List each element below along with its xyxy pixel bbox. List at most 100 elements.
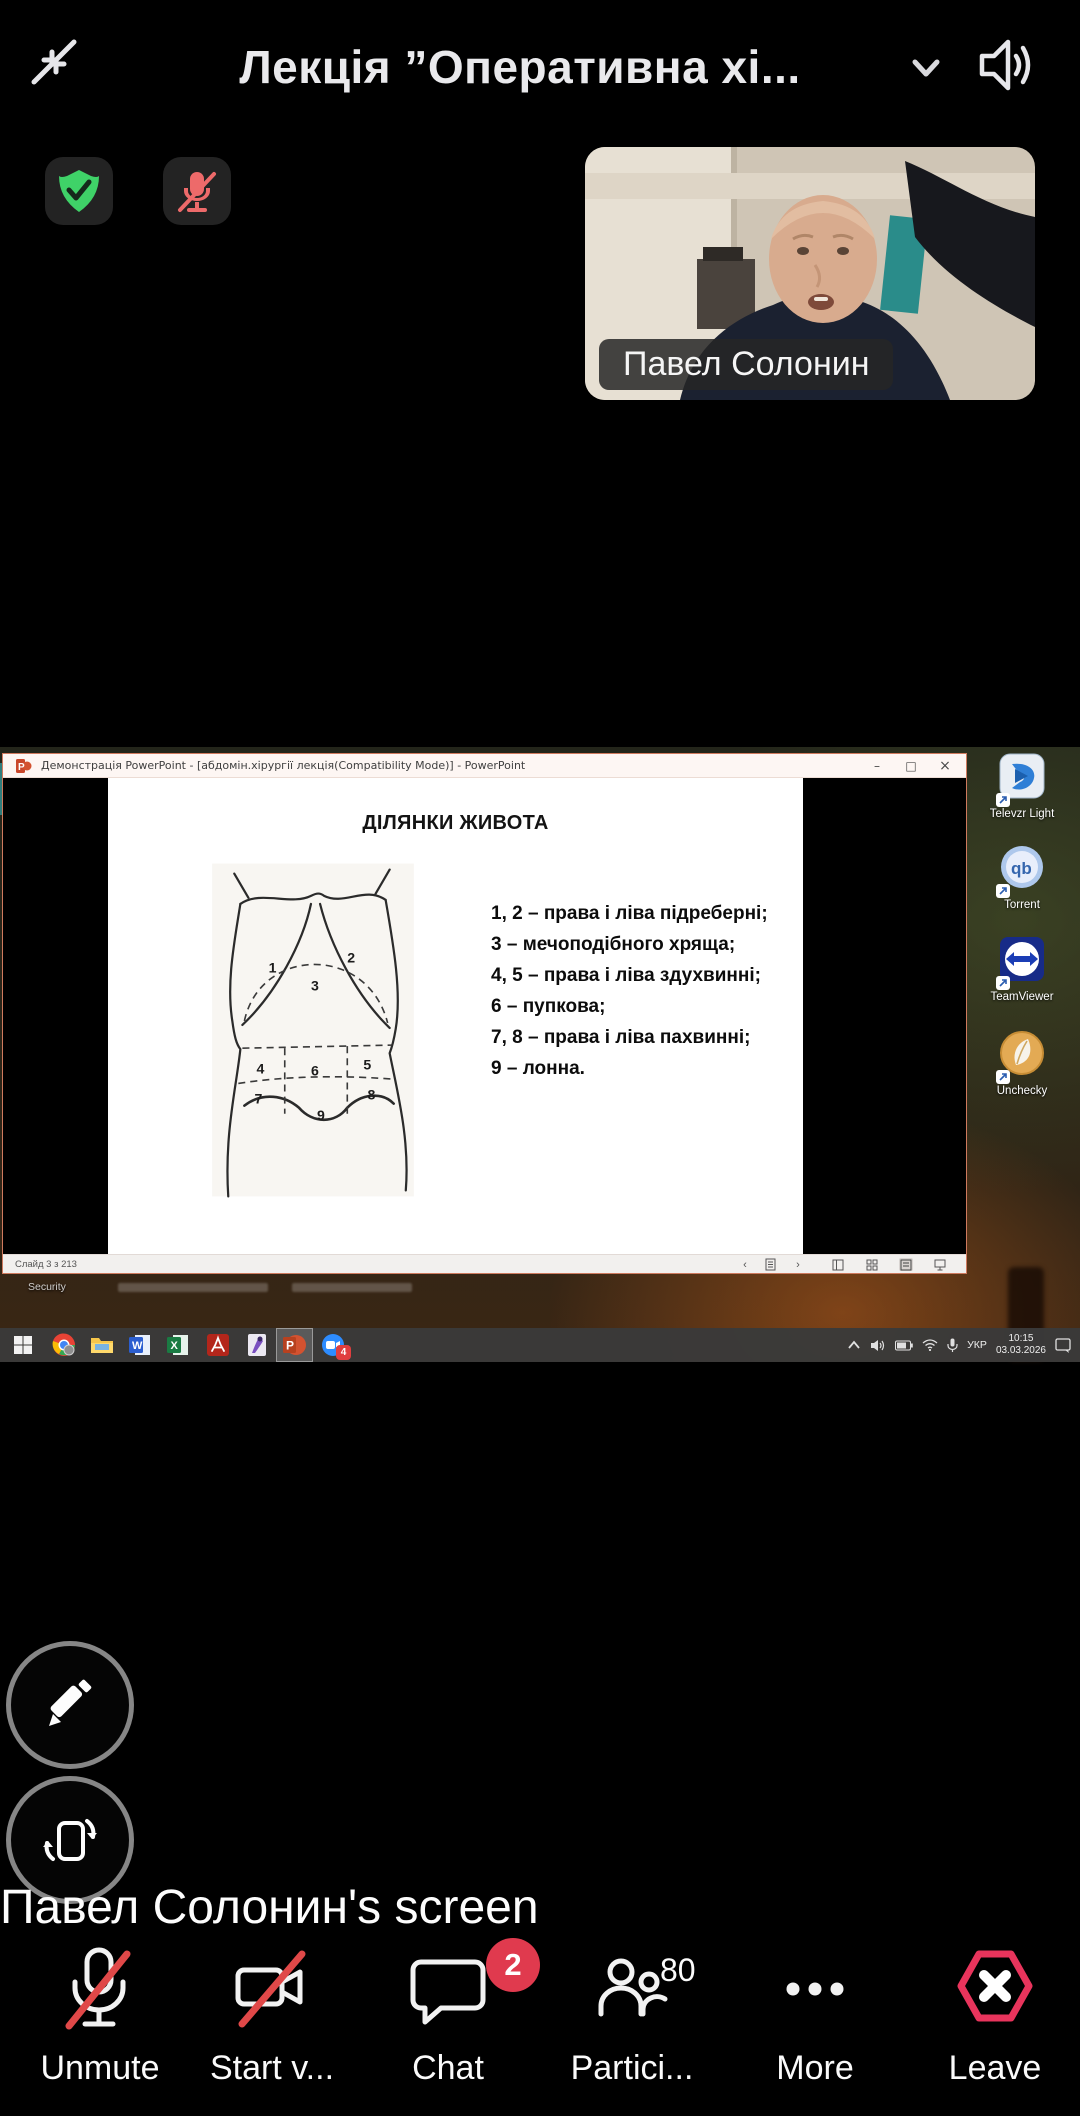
mic-slashed-icon [57, 1944, 143, 2034]
window-maximize-button[interactable]: □ [894, 754, 928, 777]
slideshow-view-button[interactable] [933, 1258, 947, 1271]
chevron-down-icon [905, 52, 947, 84]
taskbar-powerpoint-button[interactable]: P [276, 1328, 313, 1362]
tray-microphone-icon[interactable] [947, 1338, 958, 1353]
security-badge-button[interactable] [45, 157, 113, 225]
notes-button[interactable] [763, 1258, 777, 1271]
taskbar-word-button[interactable]: W [121, 1328, 158, 1362]
region-number: 3 [311, 978, 319, 994]
svg-text:W: W [132, 1340, 143, 1352]
chat-button[interactable]: 2 Chat [378, 1944, 518, 2088]
slide-counter: Слайд 3 з 213 [15, 1259, 77, 1270]
participants-button[interactable]: 80 Partici... [552, 1944, 712, 2088]
region-number: 9 [317, 1107, 325, 1123]
shrink-arrows-icon [22, 30, 86, 94]
slide-title: ДІЛЯНКИ ЖИВОТА [108, 812, 803, 835]
chat-bubble-icon [405, 1944, 491, 2034]
region-number: 1 [269, 959, 277, 975]
annotate-button[interactable] [6, 1641, 134, 1769]
leave-button[interactable]: Leave [920, 1944, 1070, 2088]
slide-legend: 1, 2 – права і ліва підреберні; 3 – мечо… [491, 898, 801, 1084]
blurred-desktop-label [292, 1283, 412, 1292]
window-close-button[interactable]: × [928, 754, 962, 777]
leave-hexagon-icon [949, 1944, 1041, 2034]
taskbar-explorer-button[interactable] [83, 1328, 120, 1362]
desktop-icon-label: Unchecky [967, 1085, 1077, 1097]
legend-line: 6 – пупкова; [491, 991, 801, 1022]
region-number: 8 [367, 1087, 375, 1103]
zoom-meeting-screen: Лекція ”Оперативна хі... [0, 0, 1080, 2116]
tray-battery-icon[interactable] [895, 1340, 913, 1351]
desktop-icon-label: Televzr Light [967, 808, 1077, 820]
taskbar-zoom-button[interactable]: 4 [314, 1328, 351, 1362]
shortcut-arrow-icon [996, 884, 1010, 898]
normal-view-button[interactable] [831, 1258, 845, 1271]
shortcut-arrow-icon [996, 1070, 1010, 1084]
slide-sorter-view-button[interactable] [865, 1258, 879, 1271]
powerpoint-status-bar: Слайд 3 з 213 ‹ › [3, 1254, 966, 1273]
blurred-desktop-label [118, 1283, 268, 1292]
previous-slide-button[interactable]: ‹ [738, 1258, 752, 1271]
action-center-icon[interactable] [1055, 1338, 1072, 1353]
window-minimize-button[interactable]: – [860, 754, 894, 777]
notes-icon [765, 1258, 776, 1271]
shortcut-arrow-icon [996, 793, 1010, 807]
minimize-meeting-button[interactable] [22, 30, 86, 94]
taskbar-app-button[interactable] [238, 1328, 275, 1362]
word-icon: W [129, 1334, 151, 1356]
unmute-button[interactable]: Unmute [20, 1944, 180, 2088]
desktop-icon-unchecky[interactable]: Unchecky [967, 1029, 1077, 1097]
slide-canvas: ДІЛЯНКИ ЖИВОТА [108, 778, 803, 1256]
toolbar-label: Leave [920, 2049, 1070, 2088]
taskbar-acrobat-button[interactable] [199, 1328, 236, 1362]
windows-logo-icon [13, 1335, 33, 1355]
chat-unread-badge: 2 [486, 1938, 540, 1992]
powerpoint-window: P Демонстрація PowerPoint - [абдомін.хір… [2, 753, 967, 1274]
rotate-phone-icon [37, 1807, 103, 1873]
file-explorer-icon [90, 1335, 114, 1355]
tray-wifi-icon[interactable] [922, 1339, 938, 1351]
system-tray: УКР 10:15 03.03.2026 [847, 1328, 1072, 1362]
legend-line: 1, 2 – права і ліва підреберні; [491, 898, 801, 929]
tray-language-indicator[interactable]: УКР [967, 1339, 987, 1351]
participant-muted-badge[interactable] [163, 157, 231, 225]
participant-video-tile[interactable]: Павел Солонин [585, 147, 1035, 400]
legend-line: 9 – лонна. [491, 1053, 801, 1084]
reading-view-button[interactable] [899, 1258, 913, 1271]
shared-screen-area: P Демонстрація PowerPoint - [абдомін.хір… [0, 747, 1080, 1362]
taskbar-chrome-button[interactable] [45, 1328, 82, 1362]
shortcut-arrow-icon [996, 976, 1010, 990]
powerpoint-titlebar[interactable]: P Демонстрація PowerPoint - [абдомін.хір… [3, 754, 966, 778]
pencil-icon [39, 1674, 101, 1736]
desktop-icon-teamviewer[interactable]: TeamViewer [967, 935, 1077, 1003]
zoom-notification-badge: 4 [336, 1345, 351, 1360]
start-video-button[interactable]: Start v... [182, 1944, 362, 2088]
svg-text:X: X [170, 1340, 178, 1352]
tray-clock[interactable]: 10:15 03.03.2026 [996, 1333, 1046, 1357]
desktop-icon-torrent[interactable]: qb Torrent [967, 843, 1077, 911]
slideshow-icon [934, 1259, 946, 1271]
meeting-title: Лекція ”Оперативна хі... [140, 40, 900, 94]
region-number: 6 [311, 1062, 319, 1078]
tray-chevron-icon[interactable] [847, 1340, 861, 1350]
more-button[interactable]: More [740, 1944, 890, 2088]
excel-icon: X [167, 1334, 189, 1356]
next-slide-button[interactable]: › [791, 1258, 805, 1271]
toolbar-label: Unmute [20, 2049, 180, 2088]
desktop-icon-televzr[interactable]: Televzr Light [967, 752, 1077, 820]
window-title: Демонстрація PowerPoint - [абдомін.хірур… [41, 759, 525, 772]
qb-logo-text: qb [1011, 859, 1032, 878]
audio-output-button[interactable] [968, 32, 1038, 103]
powerpoint-taskbar-icon: P [283, 1333, 307, 1357]
tray-speaker-icon[interactable] [870, 1339, 886, 1352]
taskbar-excel-button[interactable]: X [159, 1328, 196, 1362]
legend-line: 3 – мечоподібного хряща; [491, 929, 801, 960]
start-button[interactable] [4, 1328, 41, 1362]
more-dots-icon [770, 1944, 860, 2034]
desktop-icon-label: TeamViewer [967, 991, 1077, 1003]
normal-view-icon [832, 1259, 844, 1271]
region-number: 2 [347, 949, 355, 965]
svg-text:P: P [286, 1339, 294, 1353]
svg-text:P: P [18, 762, 25, 773]
meeting-info-chevron[interactable] [905, 52, 947, 89]
